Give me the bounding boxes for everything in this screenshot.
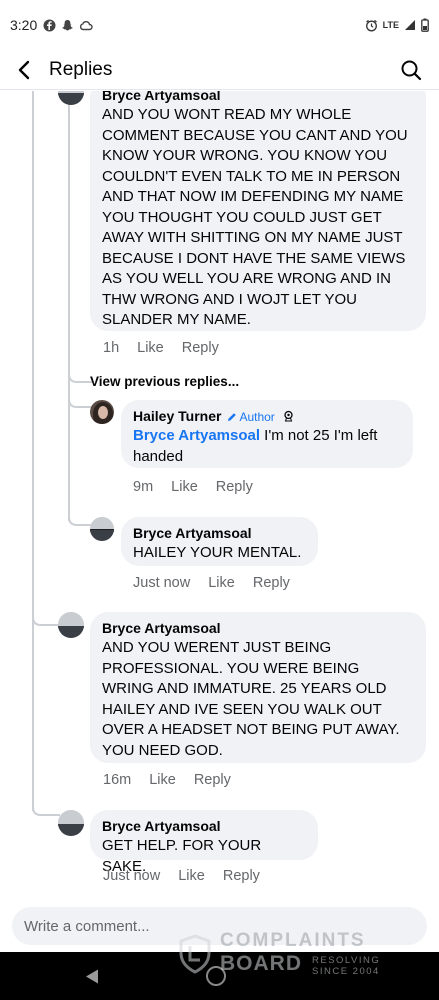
- thread-line: [32, 91, 34, 811]
- comment-actions: 16m Like Reply: [103, 772, 231, 788]
- pencil-icon: [228, 413, 237, 421]
- thread-connector: [68, 391, 92, 408]
- status-time: 3:20: [10, 17, 38, 33]
- reply-button[interactable]: Reply: [194, 772, 231, 788]
- comment-time: Just now: [133, 575, 191, 591]
- search-icon: [401, 60, 422, 80]
- reply-button[interactable]: Reply: [223, 868, 260, 884]
- chevron-left-icon: [18, 60, 30, 79]
- like-button[interactable]: Like: [137, 340, 164, 356]
- system-nav-bar: [0, 952, 439, 1000]
- network-label: LTE: [382, 20, 399, 30]
- comment-author[interactable]: Bryce Artyamsoal: [102, 620, 414, 636]
- battery-icon: [421, 18, 429, 32]
- avatar[interactable]: [90, 400, 114, 424]
- comment-text: AND YOU WONT READ MY WHOLE COMMENT BECAU…: [102, 106, 408, 328]
- comment-actions: Just now Like Reply: [133, 575, 290, 591]
- like-button[interactable]: Like: [208, 575, 235, 591]
- comment-author-line: Hailey Turner Author: [133, 408, 401, 424]
- thread-line: [68, 91, 70, 521]
- comment-composer[interactable]: [12, 907, 427, 945]
- comment-time: 1h: [103, 340, 120, 356]
- avatar[interactable]: [90, 517, 114, 541]
- thread-connector: [32, 613, 60, 626]
- comment-time: 9m: [133, 479, 154, 495]
- comment-actions: Just now Like Reply: [103, 868, 260, 884]
- thread-connector: [68, 370, 92, 383]
- like-button[interactable]: Like: [149, 772, 176, 788]
- back-button[interactable]: [4, 50, 44, 90]
- comment-author[interactable]: Bryce Artyamsoal: [102, 818, 306, 834]
- comment-author[interactable]: Bryce Artyamsoal: [133, 525, 306, 541]
- comment-bubble: Hailey Turner Author Bryce Artyamsoal I'm…: [121, 400, 413, 468]
- view-previous-replies-link[interactable]: View previous replies...: [90, 374, 239, 389]
- facebook-icon: [43, 19, 56, 31]
- comment-author[interactable]: Bryce Artyamsoal: [102, 91, 414, 103]
- nav-back-icon[interactable]: [84, 968, 100, 985]
- comment-bubble: Bryce Artyamsoal AND YOU WERENT JUST BEI…: [90, 612, 426, 763]
- author-badge-label: Author: [239, 410, 275, 424]
- page-title: Replies: [49, 58, 113, 80]
- comment-bubble: Bryce Artyamsoal AND YOU WONT READ MY WH…: [90, 91, 426, 331]
- thread-connector: [32, 801, 60, 816]
- comment-actions: 9m Like Reply: [133, 479, 253, 495]
- author-badge: Author: [227, 410, 275, 424]
- avatar[interactable]: [58, 91, 84, 105]
- app-header: Replies: [0, 50, 439, 90]
- comment-actions: 1h Like Reply: [103, 340, 219, 356]
- top-fan-badge-icon: [284, 410, 293, 422]
- snapchat-icon: [62, 19, 74, 30]
- comment-bubble: Bryce Artyamsoal GET HELP. FOR YOUR SAKE…: [90, 810, 318, 875]
- alarm-icon: [365, 19, 377, 31]
- moon-icon: [101, 20, 107, 30]
- comment-author[interactable]: Hailey Turner: [133, 408, 221, 424]
- status-bar: 3:20 LTE: [0, 0, 439, 50]
- comment-text: AND YOU WERENT JUST BEING PROFESSIONAL. …: [102, 639, 400, 759]
- avatar[interactable]: [58, 612, 84, 638]
- comment-time: 16m: [103, 772, 132, 788]
- comment-bubble: Bryce Artyamsoal HAILEY YOUR MENTAL.: [121, 517, 318, 566]
- comment-time: Just now: [103, 868, 161, 884]
- thread-connector: [68, 511, 92, 526]
- search-button[interactable]: [391, 50, 431, 90]
- signal-icon: [405, 20, 415, 30]
- avatar[interactable]: [58, 810, 84, 836]
- comment-input[interactable]: [24, 917, 427, 935]
- reply-button[interactable]: Reply: [216, 479, 253, 495]
- like-button[interactable]: Like: [171, 479, 198, 495]
- comment-text: HAILEY YOUR MENTAL.: [133, 544, 302, 561]
- like-button[interactable]: Like: [178, 868, 205, 884]
- reply-button[interactable]: Reply: [253, 575, 290, 591]
- reply-button[interactable]: Reply: [182, 340, 219, 356]
- mention-link[interactable]: Bryce Artyamsoal: [133, 427, 260, 444]
- cloud-icon: [80, 20, 93, 30]
- replies-thread: Bryce Artyamsoal AND YOU WONT READ MY WH…: [0, 91, 439, 896]
- nav-home-icon[interactable]: [206, 966, 226, 986]
- comment-text: Bryce Artyamsoal I'm not 25 I'm left han…: [133, 426, 401, 467]
